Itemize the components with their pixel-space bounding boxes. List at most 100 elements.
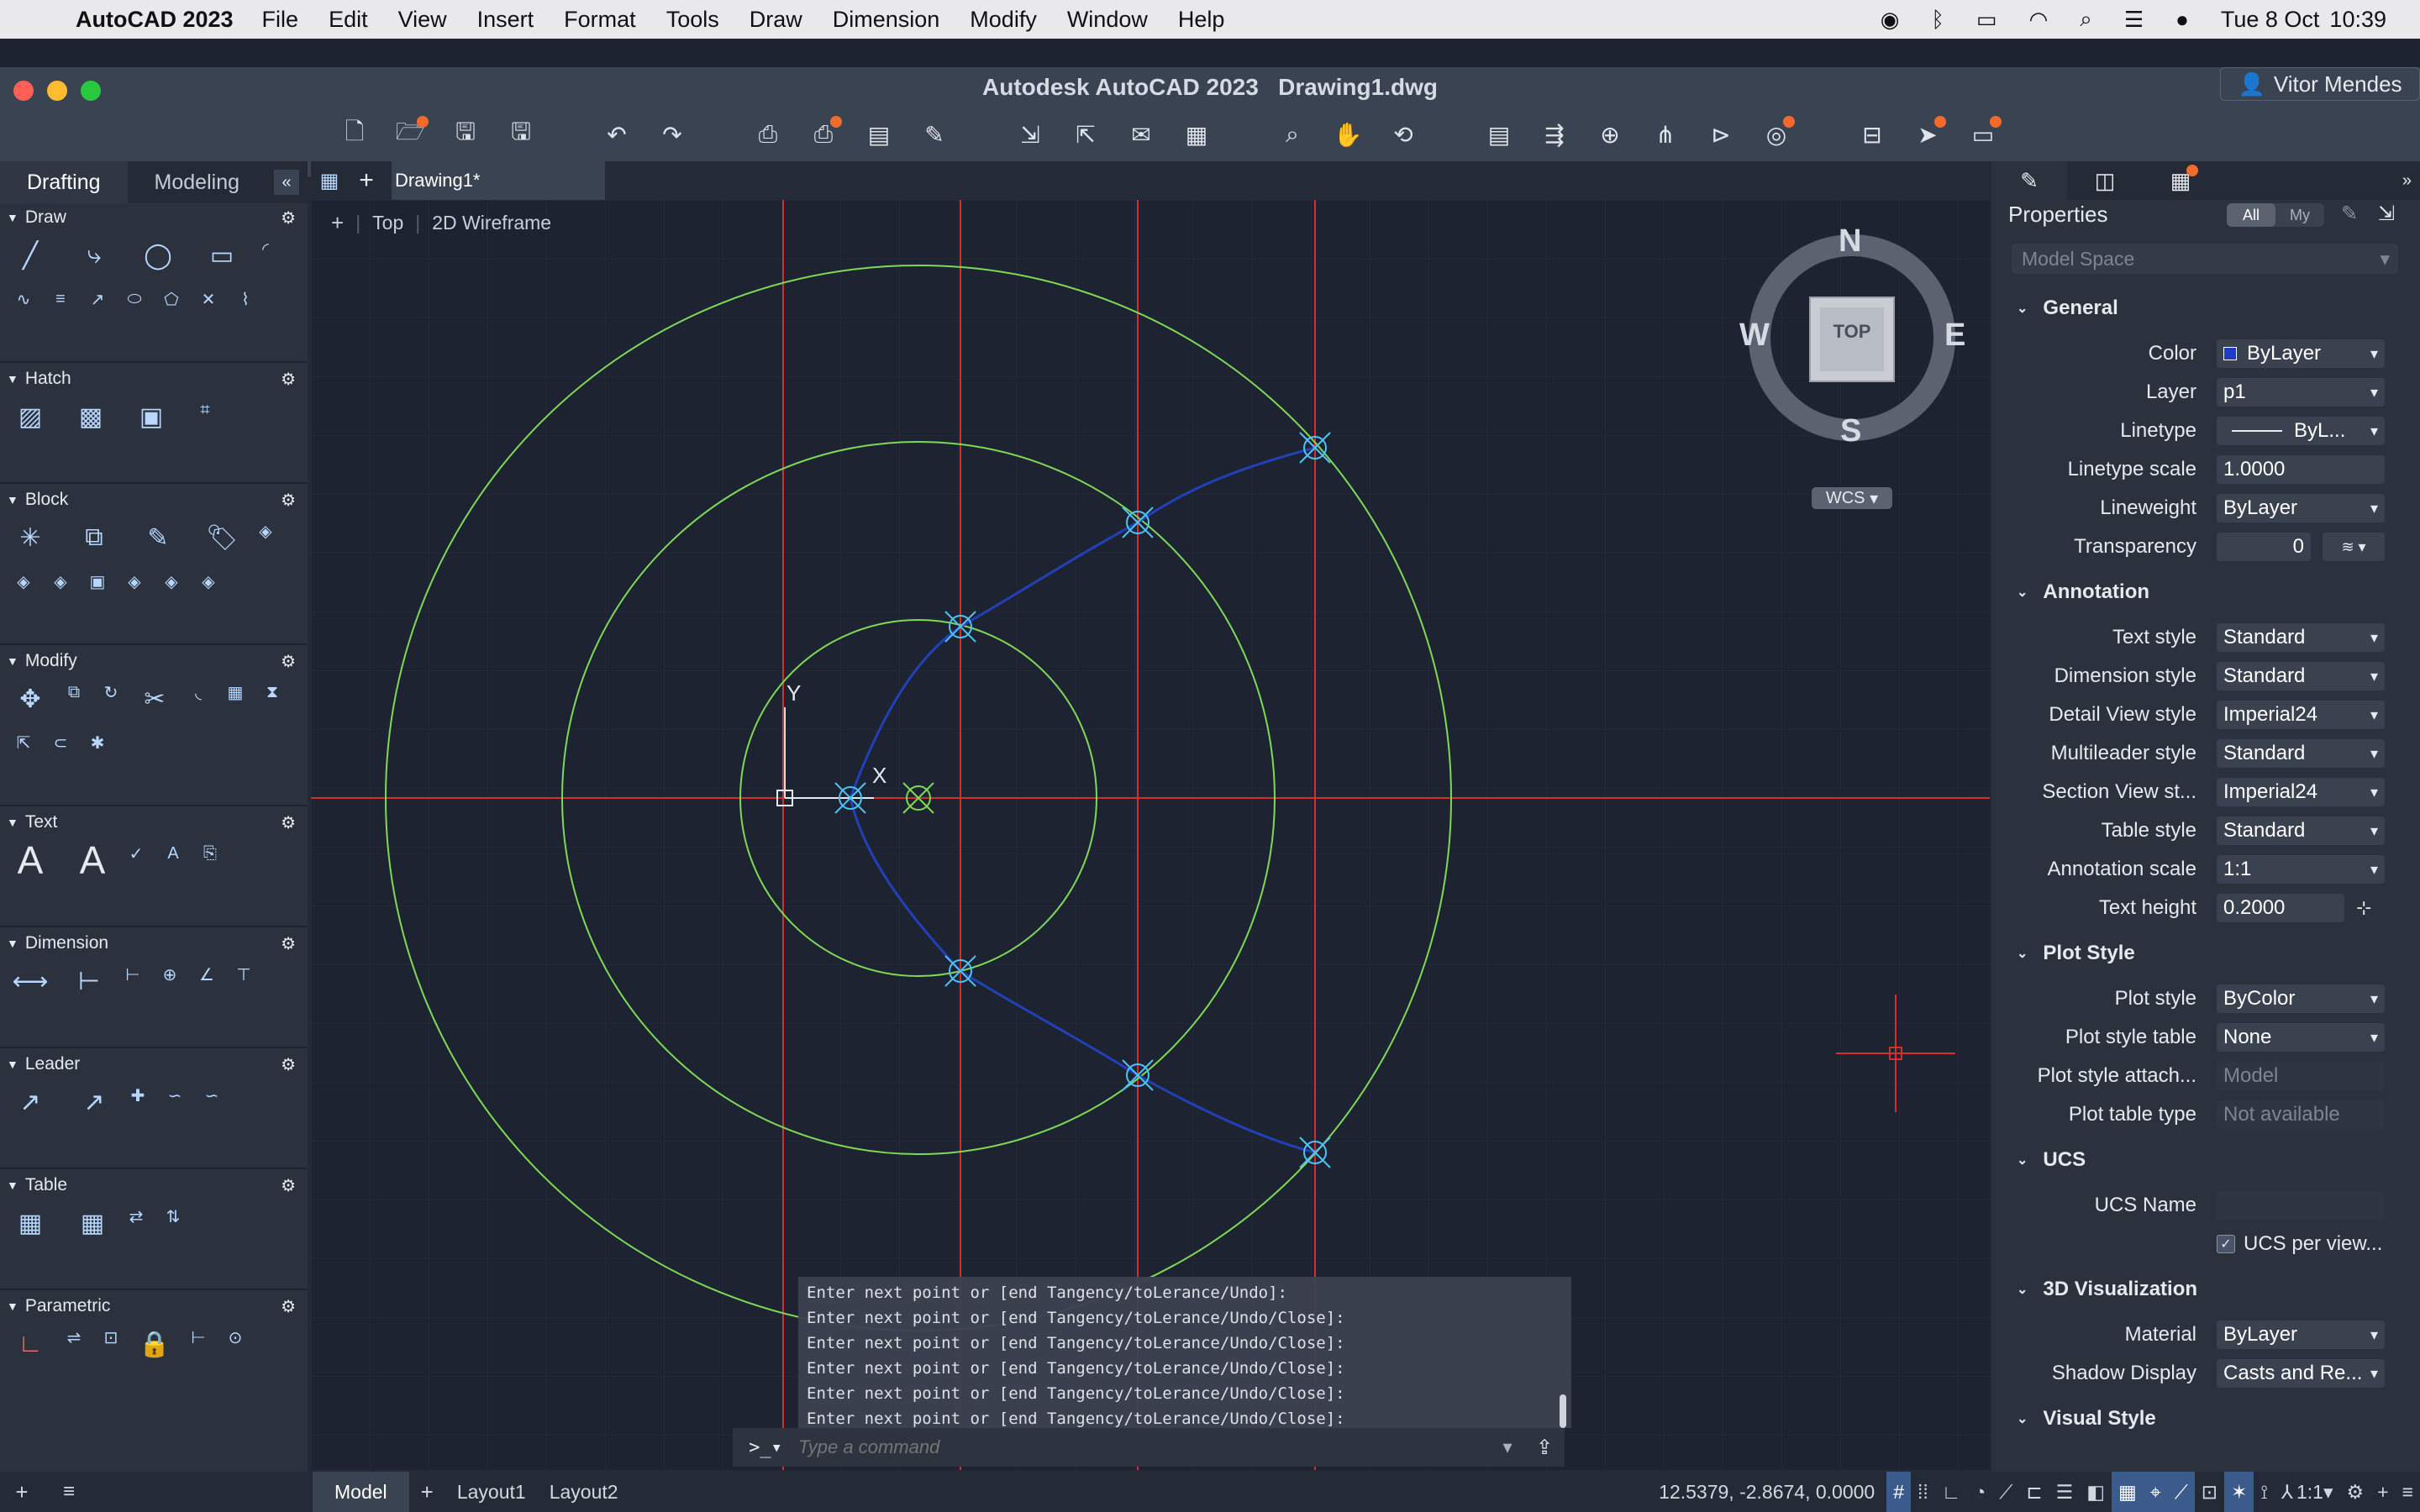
viewcube-east[interactable]: E	[1944, 318, 1965, 354]
command-prompt-button[interactable]: >_▾	[733, 1437, 798, 1458]
stretch-icon[interactable]: ⇱	[10, 729, 37, 756]
snap-icon[interactable]: ⁞⁞	[1911, 1472, 1935, 1512]
polar-icon[interactable]: ◔	[1967, 1472, 1992, 1512]
copy-icon[interactable]: ⧉	[60, 679, 87, 706]
layout-menu-button[interactable]: +	[0, 1472, 44, 1512]
recent-commands-icon[interactable]: ▾	[1491, 1436, 1524, 1458]
trim-icon[interactable]: ✂	[134, 679, 175, 719]
layout1-tab[interactable]: Layout1	[445, 1472, 538, 1512]
section-title[interactable]: Draw	[25, 207, 66, 228]
ucs-name-field[interactable]	[2217, 1191, 2385, 1220]
menu-modify[interactable]: Modify	[970, 7, 1037, 33]
linetype-scale-field[interactable]: 1.0000	[2217, 455, 2385, 484]
arc-icon[interactable]: ◜	[252, 235, 279, 262]
reference-icon[interactable]: ⊳	[1702, 116, 1739, 153]
data-link-icon[interactable]: ⇄	[123, 1203, 150, 1230]
layout-list-icon[interactable]: ≡	[44, 1472, 94, 1512]
lock-icon[interactable]: 🔒	[134, 1324, 175, 1364]
menu-format[interactable]: Format	[564, 7, 636, 33]
match-properties-icon[interactable]: ⇶	[1536, 116, 1573, 153]
gizmo-icon[interactable]: ⊡	[2195, 1472, 2224, 1512]
polygon-icon[interactable]: ⬠	[158, 286, 185, 312]
new-file-icon[interactable]: 🗋	[336, 116, 373, 153]
display-icon[interactable]: ▭	[1965, 116, 2002, 153]
tab-drafting[interactable]: Drafting	[0, 161, 128, 203]
insert-block-icon[interactable]: ✳	[10, 517, 50, 558]
multileader-icon[interactable]: ↗	[10, 1082, 50, 1122]
dim-style-dropdown[interactable]: Standard	[2217, 662, 2385, 690]
multileader-dropdown[interactable]: Standard	[2217, 739, 2385, 768]
filter-my-button[interactable]: My	[2275, 203, 2324, 227]
tab-drawing1[interactable]: Drawing1*	[392, 161, 605, 200]
angular-dim-icon[interactable]: ∠	[193, 961, 220, 988]
dynamic-input-icon[interactable]: ⊏	[2019, 1472, 2049, 1512]
section-title[interactable]: Modify	[25, 651, 77, 671]
section-plot-style-header[interactable]: ⌄ Plot Style	[1991, 934, 2420, 973]
pick-height-icon[interactable]: ⊹	[2356, 897, 2371, 919]
annotation-monitor-icon[interactable]: +	[2370, 1472, 2395, 1512]
share-icon[interactable]: ➤	[1909, 116, 1946, 153]
menu-draw[interactable]: Draw	[750, 7, 802, 33]
dim-style-icon[interactable]: ⊢	[69, 961, 109, 1001]
show-constraint-icon[interactable]: ⊙	[222, 1324, 249, 1351]
section-3d-visualization-header[interactable]: ⌄ 3D Visualization	[1991, 1270, 2420, 1309]
lineweight-dropdown[interactable]: ByLayer	[2217, 494, 2385, 522]
spotlight-icon[interactable]: ⌕	[2080, 6, 2092, 33]
mirror-icon[interactable]: ⧗	[259, 679, 286, 706]
plot-icon[interactable]: ⎙	[750, 116, 786, 153]
section-title[interactable]: Text	[25, 812, 58, 832]
gear-icon[interactable]: ⚙	[281, 651, 296, 672]
render-icon[interactable]: ◎	[1758, 116, 1795, 153]
collapse-palette-icon[interactable]: «	[274, 170, 299, 195]
offset-icon[interactable]: ⊂	[47, 729, 74, 756]
command-history-scrollbar[interactable]	[1560, 1394, 1566, 1428]
align-leader-icon[interactable]: ∽	[161, 1082, 188, 1109]
gear-icon[interactable]: ⚙	[281, 812, 296, 833]
menu-insert[interactable]: Insert	[477, 7, 534, 33]
table-style-dropdown[interactable]: Standard	[2217, 816, 2385, 845]
wave-icon[interactable]: ⌇	[232, 286, 259, 312]
add-layout-icon[interactable]: +	[409, 1472, 445, 1512]
pdf-import-icon[interactable]: ⎘	[197, 840, 224, 867]
menu-dimension[interactable]: Dimension	[833, 7, 940, 33]
hatch-icon[interactable]: ▨	[10, 396, 50, 437]
toggle-pickadd-icon[interactable]: ⇲	[2378, 202, 2395, 226]
add-leader-icon[interactable]: ✚	[124, 1082, 151, 1109]
menu-file[interactable]: File	[262, 7, 299, 33]
block-tool-6-icon[interactable]: ◈	[158, 568, 185, 595]
block-tool-1-icon[interactable]: ◈	[252, 517, 279, 544]
section-title[interactable]: Table	[25, 1175, 67, 1195]
coordinates-readout[interactable]: 12.5379, -2.8674, 0.0000	[1647, 1472, 1886, 1512]
workspace-icon[interactable]: ⚙	[2340, 1472, 2371, 1512]
section-title[interactable]: Leader	[25, 1054, 80, 1074]
gradient-icon[interactable]: ▩	[71, 396, 111, 437]
blocks-tab-icon[interactable]: ▦	[2143, 161, 2218, 200]
ordinate-dim-icon[interactable]: ⊤	[230, 961, 257, 988]
save-icon[interactable]: 🖫	[447, 116, 484, 153]
section-annotation-header[interactable]: ⌄ Annotation	[1991, 573, 2420, 612]
linetype-dropdown[interactable]: ByL...	[2217, 417, 2385, 445]
gear-icon[interactable]: ⚙	[281, 1175, 296, 1196]
xline-icon[interactable]: ✕	[195, 286, 222, 312]
mtext-icon[interactable]: A	[10, 838, 50, 882]
osnap-icon[interactable]: ⌖	[2143, 1472, 2168, 1512]
shadow-display-dropdown[interactable]: Casts and Re...	[2217, 1359, 2385, 1388]
menu-tools[interactable]: Tools	[666, 7, 719, 33]
text-icon[interactable]: A	[72, 838, 113, 882]
lineweight-icon[interactable]: ☰	[2049, 1472, 2081, 1512]
battery-icon[interactable]: ▭	[1976, 7, 1997, 33]
pan-icon[interactable]: ✋	[1329, 116, 1366, 153]
space-selector[interactable]: Model Space ▾	[2012, 244, 2398, 274]
viewcube-north[interactable]: N	[1839, 223, 1861, 260]
explode-icon[interactable]: ✱	[84, 729, 111, 756]
file-tabs-menu-icon[interactable]: ▦	[311, 161, 348, 200]
orbit-icon[interactable]: ⟲	[1385, 116, 1422, 153]
block-tool-4-icon[interactable]: ▣	[84, 568, 111, 595]
edit-block-icon[interactable]: ✎	[138, 517, 178, 558]
save-as-icon[interactable]: 🖫	[502, 116, 539, 153]
fillet-icon[interactable]: ◟	[185, 679, 212, 706]
mline-icon[interactable]: ≡	[47, 286, 74, 312]
connect-icon[interactable]: ⋔	[1647, 116, 1684, 153]
block-tool-2-icon[interactable]: ◈	[10, 568, 37, 595]
section-title[interactable]: Dimension	[25, 933, 108, 953]
